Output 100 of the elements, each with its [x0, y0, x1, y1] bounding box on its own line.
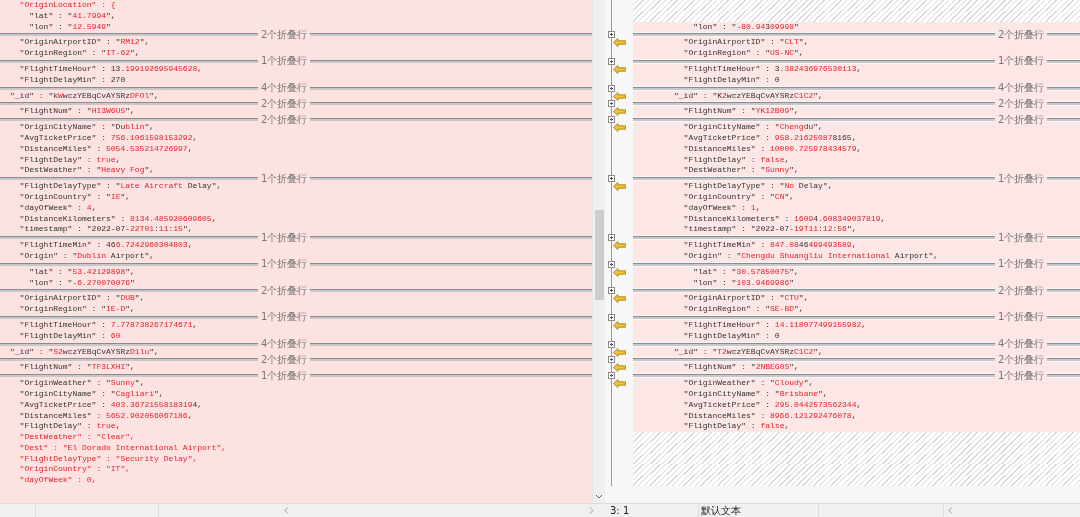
- fold-label: 1个折叠行: [995, 56, 1048, 67]
- fold-separator[interactable]: 2个折叠行: [633, 117, 1080, 123]
- fold-label: 1个折叠行: [258, 232, 311, 243]
- code-line: "FlightDelay" : true,: [18, 154, 122, 166]
- expand-icon[interactable]: [608, 100, 615, 108]
- expand-icon[interactable]: [608, 260, 615, 268]
- fold-separator[interactable]: 2个折叠行: [0, 101, 592, 107]
- expand-icon[interactable]: [608, 340, 615, 348]
- code-line: "DistanceKilometers" : 16094.608349037819,: [682, 213, 887, 225]
- fold-separator[interactable]: 2个折叠行: [0, 32, 592, 38]
- fold-separator[interactable]: 2个折叠行: [0, 288, 592, 294]
- code-line: "AvgTicketPrice" : 756.1061598153292,: [18, 132, 199, 144]
- code-line: "FlightDelayType" : "Security Delay",: [18, 453, 199, 465]
- code-line: "OriginAirportID" : "CLT",: [682, 37, 810, 49]
- fold-separator[interactable]: 1个折叠行: [0, 261, 592, 267]
- code-line: "FlightDelayMin" : 60: [18, 330, 122, 342]
- fold-separator[interactable]: 2个折叠行: [0, 117, 592, 123]
- code-line: "Origin" : "Chengdu Shuangliu International Airport",: [682, 250, 940, 262]
- fold-separator[interactable]: 1个折叠行: [0, 176, 592, 182]
- expand-icon[interactable]: [608, 356, 615, 364]
- fold-separator[interactable]: 2个折叠行: [633, 288, 1080, 294]
- code-line: "OriginCityName" : "Chengdu",: [682, 122, 824, 133]
- fold-label: 2个折叠行: [258, 285, 311, 296]
- code-line: "Dest" : "El Dorado International Airport",: [18, 442, 228, 454]
- expand-icon[interactable]: [608, 84, 615, 92]
- code-line: "FlightTimeHour" : 3.382436976530113,: [682, 64, 863, 75]
- fold-label: 1个折叠行: [995, 370, 1048, 381]
- fold-separator[interactable]: 1个折叠行: [0, 314, 592, 320]
- code-line: "OriginAirportID" : "CTU",: [682, 293, 810, 305]
- fold-separator[interactable]: 1个折叠行: [633, 373, 1080, 379]
- fold-separator[interactable]: 4个折叠行: [0, 85, 592, 91]
- code-line: "DistanceMiles" : 10000.725978434579,: [682, 143, 863, 155]
- code-line: "DestWeather" : "Clear",: [18, 432, 136, 443]
- code-line: "OriginCityName" : "Brisbane",: [682, 388, 829, 400]
- code-line: "DestWeather" : "Heavy Fog",: [18, 165, 156, 177]
- code-line: "DistanceMiles" : 8966.121292476078,: [682, 410, 858, 422]
- scroll-down-icon[interactable]: [595, 494, 603, 499]
- fold-separator[interactable]: 1个折叠行: [633, 176, 1080, 182]
- fold-separator[interactable]: 2个折叠行: [633, 32, 1080, 38]
- fold-separator[interactable]: 4个折叠行: [0, 341, 592, 347]
- fold-separator[interactable]: 4个折叠行: [633, 341, 1080, 347]
- code-line: "timestamp" : "2022-07-19T11:12:56",: [682, 224, 858, 236]
- arrow-left-icon[interactable]: [613, 91, 626, 101]
- code-line: "dayOfWeek" : 0,: [18, 475, 98, 487]
- fold-label: 2个折叠行: [995, 354, 1048, 365]
- code-line: "_id" : "K2wczYEBqCvAYSRzC1C2",: [673, 90, 824, 102]
- code-line: "DistanceKilometers" : 8134.485920609605,: [18, 213, 218, 225]
- expand-icon[interactable]: [608, 116, 615, 124]
- code-line: "OriginRegion" : "SE-BD",: [682, 304, 805, 315]
- fold-label: 2个折叠行: [258, 354, 311, 365]
- code-line: "OriginCityName" : "Dublin",: [18, 122, 156, 133]
- code-line: "DistanceMiles" : 5652.902056067186,: [18, 410, 194, 422]
- fold-label: 2个折叠行: [258, 29, 311, 40]
- code-line: "FlightDelay" : false,: [682, 421, 791, 433]
- code-line: "FlightNum" : "YK12B09",: [682, 106, 800, 118]
- fold-separator[interactable]: 4个折叠行: [633, 85, 1080, 91]
- vertical-scrollbar[interactable]: [592, 0, 605, 503]
- code-line: "FlightNum" : "TF3LXHI",: [18, 362, 136, 374]
- fold-separator[interactable]: 1个折叠行: [0, 235, 592, 241]
- fold-label: 2个折叠行: [995, 114, 1048, 125]
- code-line: "FlightTimeHour" : 13.199192695945628,: [18, 64, 204, 75]
- fold-label: 2个折叠行: [258, 98, 311, 109]
- fold-separator[interactable]: 1个折叠行: [633, 235, 1080, 241]
- fold-separator[interactable]: 2个折叠行: [0, 357, 592, 363]
- fold-label: 1个折叠行: [995, 312, 1048, 323]
- fold-label: 2个折叠行: [995, 98, 1048, 109]
- expand-icon[interactable]: [608, 234, 615, 242]
- expand-icon[interactable]: [608, 175, 615, 183]
- fold-separator[interactable]: 1个折叠行: [633, 314, 1080, 320]
- code-line: "dayOfWeek" : 4,: [18, 202, 98, 214]
- fold-label: 4个折叠行: [258, 83, 311, 94]
- code-line: "_id" : "T2wczYEBqCvAYSRzC1C2",: [673, 346, 824, 358]
- fold-separator[interactable]: 1个折叠行: [0, 373, 592, 379]
- fold-separator[interactable]: 2个折叠行: [633, 101, 1080, 107]
- expand-icon[interactable]: [608, 58, 615, 65]
- cursor-position: 3: 1: [604, 504, 699, 517]
- code-line: "FlightDelayMin" : 0: [682, 74, 781, 86]
- scroll-thumb[interactable]: [595, 210, 604, 300]
- fold-label: 4个折叠行: [995, 339, 1048, 349]
- code-line: "FlightTimeHour" : 14.118077499155982,: [682, 319, 868, 331]
- expand-icon[interactable]: [608, 372, 615, 380]
- fold-separator[interactable]: 2个折叠行: [633, 357, 1080, 363]
- expand-icon[interactable]: [608, 31, 615, 39]
- code-line: "timestamp" : "2022-07-22T01:11:15",: [18, 224, 194, 236]
- code-line: "OriginWeather" : "Sunny",: [18, 378, 146, 389]
- fold-label: 1个折叠行: [995, 232, 1048, 243]
- code-line: "AvgTicketPrice" : 403.36721558183194,: [18, 399, 204, 411]
- code-line: "OriginAirportID" : "RM12",: [18, 37, 151, 49]
- expand-icon[interactable]: [608, 313, 615, 321]
- code-line: "lat" : "41.7994",: [28, 10, 117, 22]
- expand-icon[interactable]: [608, 287, 615, 295]
- code-line: "FlightDelay" : true,: [18, 421, 122, 433]
- code-line: "OriginWeather" : "Cloudy",: [682, 378, 815, 389]
- arrow-left-icon[interactable]: [613, 347, 626, 357]
- code-line: "Origin" : "Dublin Airport",: [18, 250, 156, 262]
- fold-separator[interactable]: 1个折叠行: [633, 261, 1080, 267]
- code-line: "OriginRegion" : "IT-62",: [18, 48, 141, 59]
- code-line: "AvgTicketPrice" : 958.216250878165,: [682, 132, 858, 144]
- fold-label: 2个折叠行: [995, 285, 1048, 296]
- fold-label: 2个折叠行: [995, 29, 1048, 40]
